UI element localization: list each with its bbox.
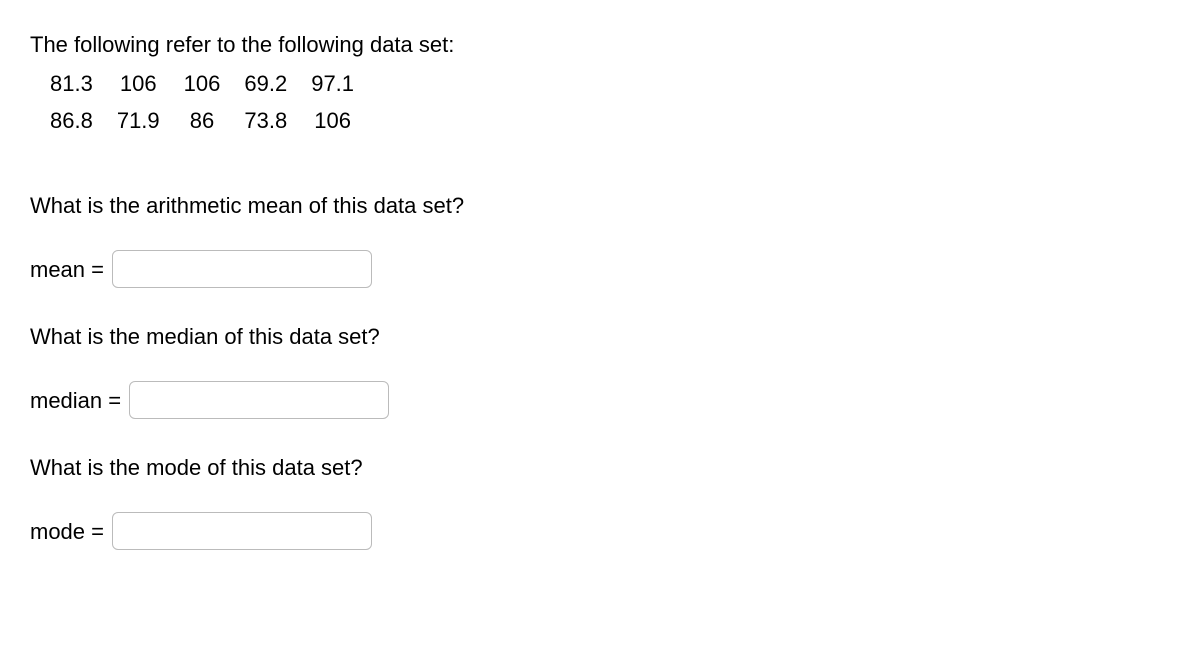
answer-row-median: median = [30,381,1170,419]
median-label: median = [30,384,121,417]
data-cell: 73.8 [232,102,299,139]
data-cell: 106 [105,65,172,102]
question-mean: What is the arithmetic mean of this data… [30,189,1170,222]
data-cell: 106 [172,65,233,102]
table-row: 81.3 106 106 69.2 97.1 [38,65,366,102]
data-cell: 86.8 [38,102,105,139]
data-cell: 97.1 [299,65,366,102]
data-cell: 81.3 [38,65,105,102]
mean-input[interactable] [112,250,372,288]
data-cell: 106 [299,102,366,139]
data-cell: 86 [172,102,233,139]
mode-label: mode = [30,515,104,548]
question-mode: What is the mode of this data set? [30,451,1170,484]
median-input[interactable] [129,381,389,419]
data-cell: 71.9 [105,102,172,139]
data-cell: 69.2 [232,65,299,102]
problem-intro: The following refer to the following dat… [30,28,1170,61]
data-set-table: 81.3 106 106 69.2 97.1 86.8 71.9 86 73.8… [38,65,366,139]
answer-row-mode: mode = [30,512,1170,550]
question-median: What is the median of this data set? [30,320,1170,353]
mean-label: mean = [30,253,104,286]
table-row: 86.8 71.9 86 73.8 106 [38,102,366,139]
answer-row-mean: mean = [30,250,1170,288]
mode-input[interactable] [112,512,372,550]
